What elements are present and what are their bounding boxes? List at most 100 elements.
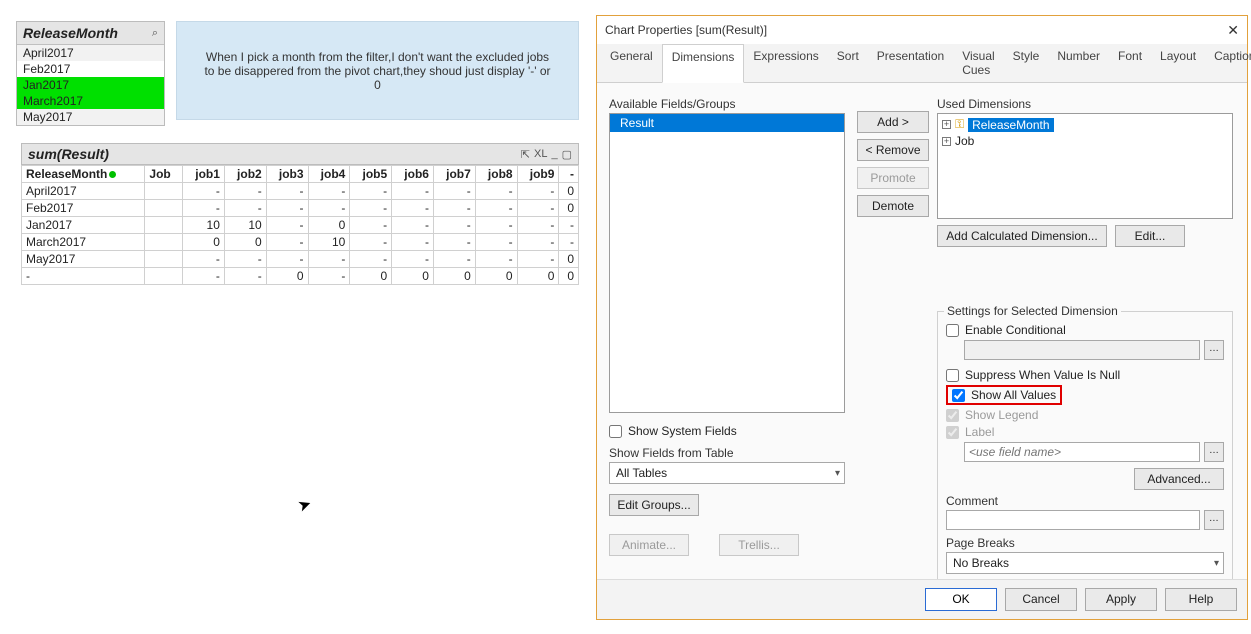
show-system-fields-checkbox[interactable]: Show System Fields xyxy=(609,424,845,438)
pivot-cell[interactable]: - xyxy=(266,234,308,251)
show-system-fields-input[interactable] xyxy=(609,425,622,438)
comment-input[interactable] xyxy=(946,510,1200,530)
pivot-cell[interactable]: 0 xyxy=(183,234,225,251)
demote-button[interactable]: Demote xyxy=(857,195,929,217)
remove-button[interactable]: < Remove xyxy=(857,139,929,161)
label-browse-button[interactable]: … xyxy=(1204,442,1224,462)
table-row[interactable]: April2017---------0 xyxy=(22,183,579,200)
table-row[interactable]: March201700-10------ xyxy=(22,234,579,251)
pivot-cell[interactable]: - xyxy=(224,251,266,268)
pivot-col-header[interactable]: job8 xyxy=(475,166,517,183)
pivot-cell[interactable]: 0 xyxy=(517,268,559,285)
pivot-cell[interactable]: - xyxy=(308,183,350,200)
tables-combo[interactable]: All Tables ▾ xyxy=(609,462,845,484)
pivot-cell[interactable]: - xyxy=(266,251,308,268)
table-row[interactable]: Jan20171010-0------ xyxy=(22,217,579,234)
table-row[interactable]: Feb2017---------0 xyxy=(22,200,579,217)
pivot-dim-cell[interactable] xyxy=(145,217,183,234)
pivot-cell[interactable]: - xyxy=(433,234,475,251)
add-button[interactable]: Add > xyxy=(857,111,929,133)
pivot-cell[interactable]: 0 xyxy=(559,251,579,268)
pivot-cell[interactable]: - xyxy=(350,251,392,268)
dialog-titlebar[interactable]: Chart Properties [sum(Result)] ✕ xyxy=(597,16,1247,44)
tab-expressions[interactable]: Expressions xyxy=(744,44,827,82)
tab-number[interactable]: Number xyxy=(1048,44,1109,82)
pivot-cell[interactable]: - xyxy=(517,234,559,251)
expand-icon[interactable]: + xyxy=(942,137,951,146)
label-field-input[interactable] xyxy=(964,442,1200,462)
animate-button[interactable]: Animate... xyxy=(609,534,689,556)
close-icon[interactable]: ✕ xyxy=(1227,22,1239,39)
filter-item[interactable]: Feb2017 xyxy=(17,61,164,77)
pivot-cell[interactable]: 0 xyxy=(433,268,475,285)
pivot-cell[interactable]: - xyxy=(475,217,517,234)
pivot-dim-cell[interactable]: May2017 xyxy=(22,251,145,268)
pivot-dim-cell[interactable] xyxy=(145,200,183,217)
available-field-item[interactable]: Result xyxy=(610,114,844,132)
pivot-cell[interactable]: - xyxy=(517,251,559,268)
filter-listbox[interactable]: ReleaseMonth ⌕ April2017Feb2017Jan2017Ma… xyxy=(16,21,165,126)
pivot-dim-cell[interactable] xyxy=(145,251,183,268)
pivot-cell[interactable]: 10 xyxy=(224,217,266,234)
conditional-expr-input[interactable] xyxy=(964,340,1200,360)
pivot-col-header[interactable]: job7 xyxy=(433,166,475,183)
pivot-dim-cell[interactable] xyxy=(145,234,183,251)
pivot-cell[interactable]: - xyxy=(392,200,434,217)
pivot-cell[interactable]: - xyxy=(433,217,475,234)
pivot-cell[interactable]: - xyxy=(392,183,434,200)
detach-icon[interactable]: ⇱ xyxy=(521,148,530,161)
pivot-col-header[interactable]: job4 xyxy=(308,166,350,183)
tab-general[interactable]: General xyxy=(601,44,662,82)
advanced-button[interactable]: Advanced... xyxy=(1134,468,1224,490)
pivot-cell[interactable]: 0 xyxy=(559,200,579,217)
pivot-cell[interactable]: - xyxy=(350,200,392,217)
tab-presentation[interactable]: Presentation xyxy=(868,44,953,82)
pivot-dim-cell[interactable] xyxy=(145,268,183,285)
comment-browse-button[interactable]: … xyxy=(1204,510,1224,530)
pivot-cell[interactable]: - xyxy=(559,234,579,251)
pivot-cell[interactable]: - xyxy=(266,217,308,234)
pivot-cell[interactable]: - xyxy=(308,200,350,217)
pivot-cell[interactable]: - xyxy=(517,217,559,234)
pivot-cell[interactable]: - xyxy=(392,251,434,268)
pivot-chart[interactable]: sum(Result) ⇱ XL _ ▢ ReleaseMonthJobjob1… xyxy=(21,143,579,285)
tab-style[interactable]: Style xyxy=(1004,44,1049,82)
pivot-cell[interactable]: - xyxy=(266,200,308,217)
tab-font[interactable]: Font xyxy=(1109,44,1151,82)
pivot-cell[interactable]: - xyxy=(350,183,392,200)
pivot-cell[interactable]: - xyxy=(475,234,517,251)
pivot-dim-cell[interactable]: Jan2017 xyxy=(22,217,145,234)
tab-dimensions[interactable]: Dimensions xyxy=(662,44,745,83)
suppress-null-checkbox[interactable]: Suppress When Value Is Null xyxy=(946,368,1224,382)
filter-title[interactable]: ReleaseMonth ⌕ xyxy=(17,22,164,45)
pivot-cell[interactable]: - xyxy=(224,200,266,217)
add-calculated-dimension-button[interactable]: Add Calculated Dimension... xyxy=(937,225,1107,247)
pivot-cell[interactable]: - xyxy=(475,251,517,268)
pivot-cell[interactable]: - xyxy=(517,183,559,200)
pivot-dim-header[interactable]: ReleaseMonth xyxy=(22,166,145,183)
apply-button[interactable]: Apply xyxy=(1085,588,1157,611)
pivot-cell[interactable]: - xyxy=(350,234,392,251)
enable-conditional-input[interactable] xyxy=(946,324,959,337)
pivot-dim-cell[interactable]: - xyxy=(22,268,145,285)
pivot-cell[interactable]: - xyxy=(392,234,434,251)
pivot-cell[interactable]: - xyxy=(183,251,225,268)
edit-dimension-button[interactable]: Edit... xyxy=(1115,225,1185,247)
pivot-cell[interactable]: - xyxy=(433,200,475,217)
pivot-dim-cell[interactable] xyxy=(145,183,183,200)
used-dimension-item[interactable]: +Job xyxy=(942,133,1228,149)
minimize-icon[interactable]: _ xyxy=(551,148,557,161)
trellis-button[interactable]: Trellis... xyxy=(719,534,799,556)
tab-visual-cues[interactable]: Visual Cues xyxy=(953,44,1003,82)
used-dimensions-tree[interactable]: +⚿ReleaseMonth+Job xyxy=(937,113,1233,219)
show-all-values-input[interactable] xyxy=(952,389,965,402)
cancel-button[interactable]: Cancel xyxy=(1005,588,1077,611)
pivot-col-header[interactable]: job6 xyxy=(392,166,434,183)
chart-properties-dialog[interactable]: Chart Properties [sum(Result)] ✕ General… xyxy=(596,15,1248,620)
tab-layout[interactable]: Layout xyxy=(1151,44,1205,82)
pivot-cell[interactable]: 0 xyxy=(266,268,308,285)
pivot-cell[interactable]: 10 xyxy=(308,234,350,251)
pivot-cell[interactable]: - xyxy=(183,183,225,200)
pivot-cell[interactable]: - xyxy=(266,183,308,200)
filter-item[interactable]: May2017 xyxy=(17,109,164,125)
